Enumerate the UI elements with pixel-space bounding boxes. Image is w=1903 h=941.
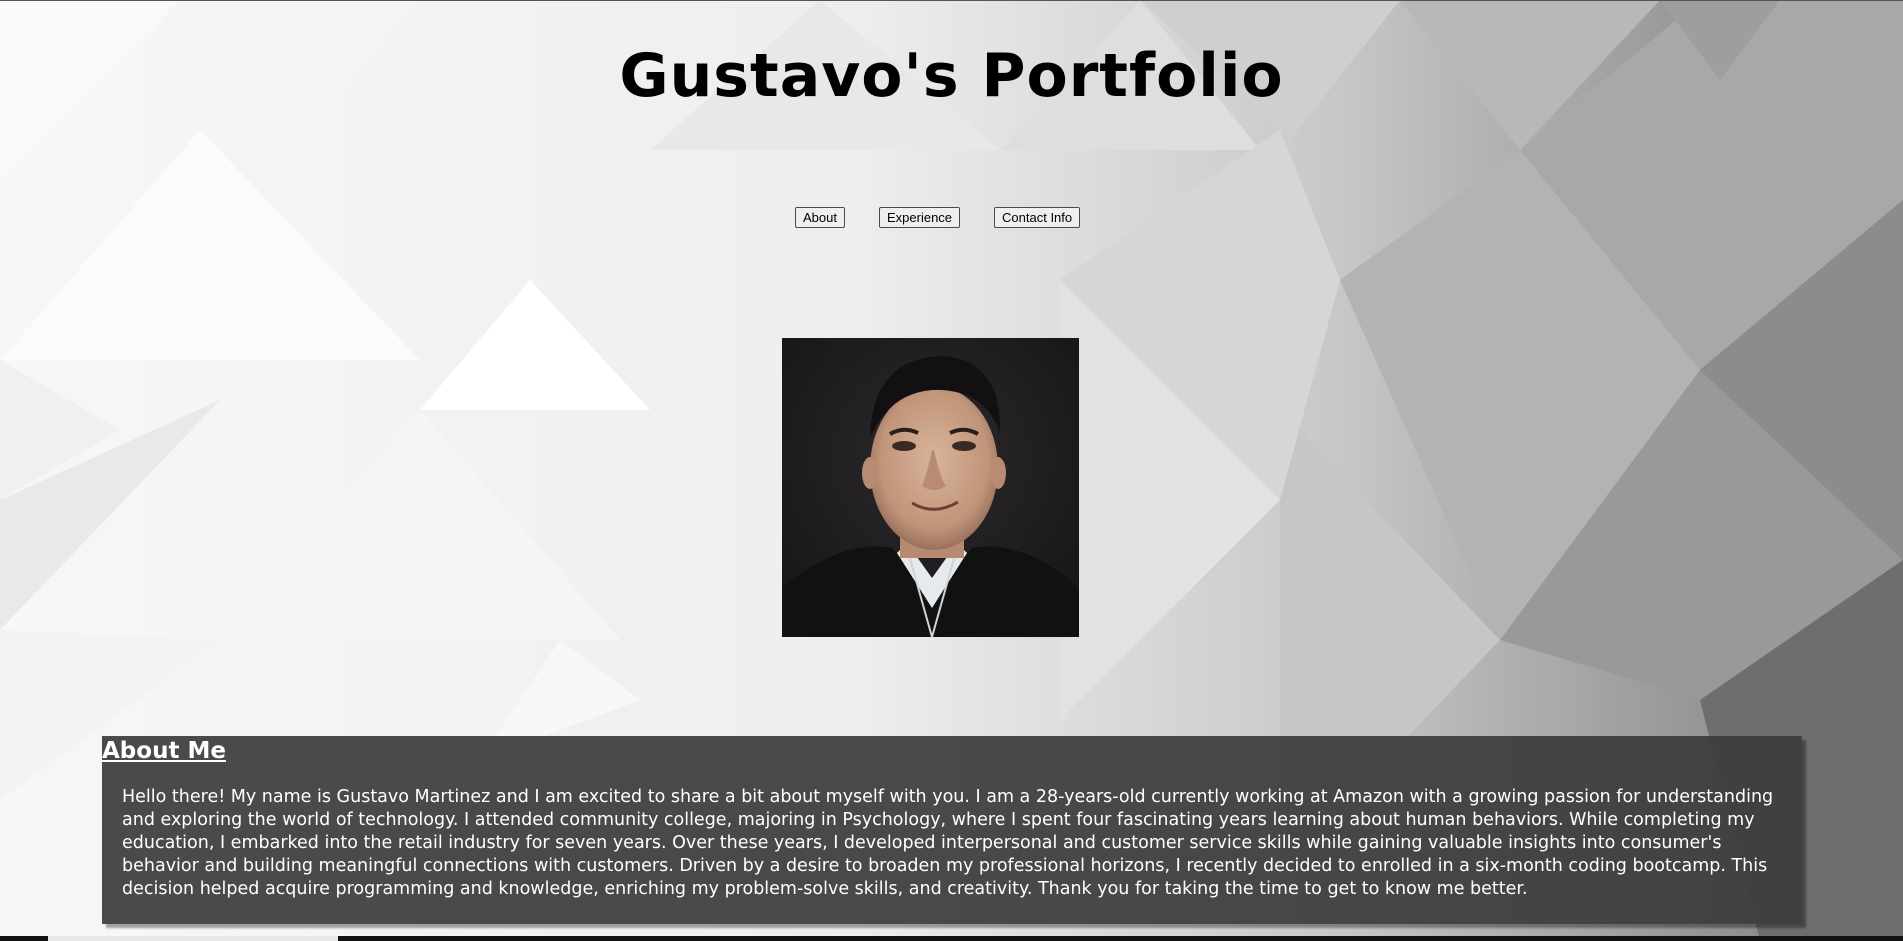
about-me-section: About Me Hello there! My name is Gustavo… bbox=[102, 736, 1802, 924]
page: Gustavo's Portfolio About Experience Con… bbox=[0, 0, 1903, 941]
bottom-bar-segment bbox=[48, 936, 338, 941]
portrait-photo-icon bbox=[782, 338, 1079, 637]
experience-button[interactable]: Experience bbox=[878, 207, 961, 228]
bottom-bar bbox=[0, 936, 1903, 941]
about-me-heading: About Me bbox=[102, 738, 226, 764]
top-border bbox=[0, 0, 1903, 1]
about-button[interactable]: About bbox=[795, 207, 845, 228]
nav-buttons: About Experience Contact Info bbox=[795, 207, 1081, 228]
page-title: Gustavo's Portfolio bbox=[619, 41, 1284, 111]
contact-info-button[interactable]: Contact Info bbox=[994, 207, 1081, 228]
about-me-text: Hello there! My name is Gustavo Martinez… bbox=[122, 787, 1774, 899]
profile-photo bbox=[782, 338, 1079, 637]
